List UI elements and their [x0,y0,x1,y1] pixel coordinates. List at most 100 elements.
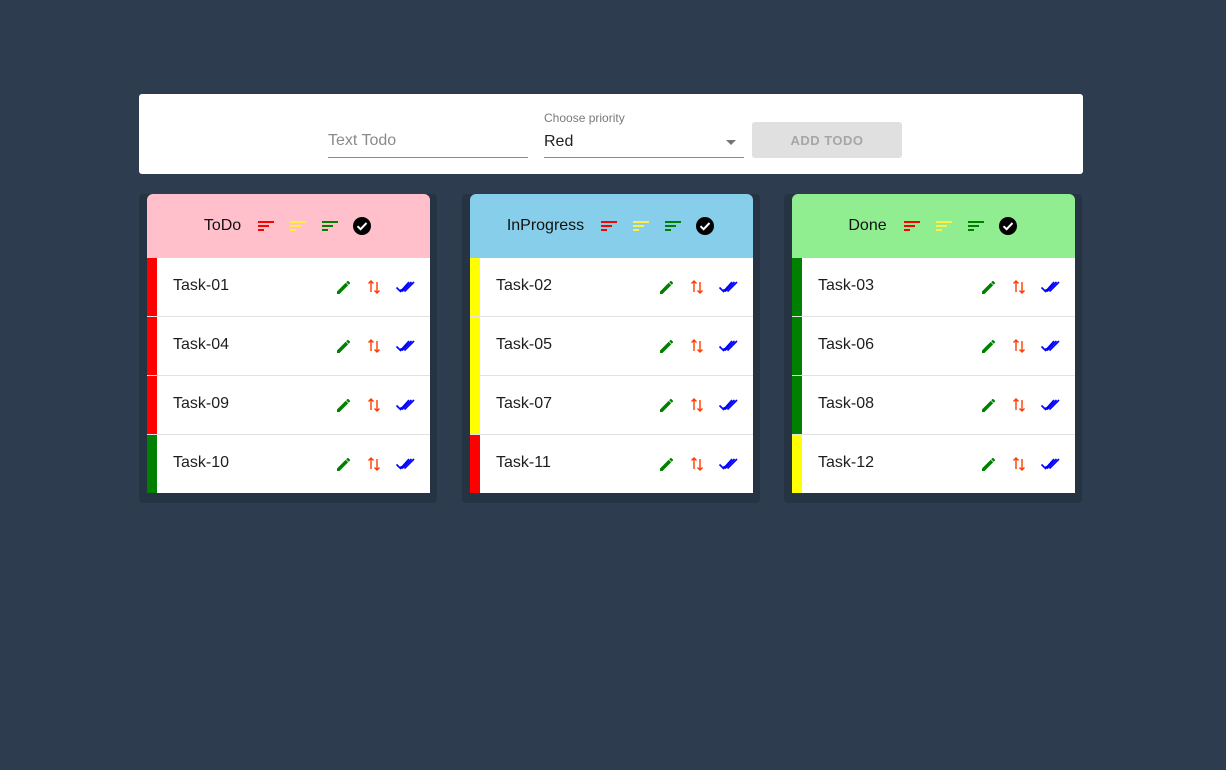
priority-bar [147,376,157,434]
priority-bar [147,435,157,493]
task-item[interactable]: Task-01 [147,258,430,317]
sort-red-icon[interactable] [255,215,277,237]
swap-vertical-icon[interactable] [1009,277,1029,297]
pencil-icon[interactable] [657,336,677,356]
priority-select-label: Choose priority [544,111,625,125]
pencil-icon[interactable] [334,454,354,474]
caret-down-icon[interactable] [726,140,736,145]
double-check-icon[interactable] [395,454,415,474]
swap-vertical-icon[interactable] [687,336,707,356]
column-header: InProgress [470,194,753,258]
double-check-icon[interactable] [718,454,738,474]
column-title: ToDo [203,217,242,234]
pencil-icon[interactable] [334,336,354,356]
swap-vertical-icon[interactable] [687,277,707,297]
swap-vertical-icon[interactable] [1009,454,1029,474]
task-name: Task-06 [818,336,875,353]
priority-bar [792,435,802,493]
check-circle-icon[interactable] [997,215,1019,237]
priority-bar [792,258,802,316]
column-title: InProgress [506,217,585,234]
column-done: Done Task-03 Task-06 Task-08 Task-12 [792,194,1075,493]
double-check-icon[interactable] [395,277,415,297]
double-check-icon[interactable] [1040,277,1060,297]
priority-bar [792,317,802,375]
task-name: Task-04 [173,336,230,353]
double-check-icon[interactable] [718,336,738,356]
swap-vertical-icon[interactable] [364,395,384,415]
sort-red-icon[interactable] [598,215,620,237]
todo-text-input[interactable] [328,124,528,150]
task-name: Task-01 [173,277,230,294]
pencil-icon[interactable] [657,395,677,415]
column-todo: ToDo Task-01 Task-04 Task-09 Task-10 [147,194,430,493]
sort-yellow-icon[interactable] [287,215,309,237]
task-item[interactable]: Task-07 [470,376,753,435]
priority-bar [147,317,157,375]
double-check-icon[interactable] [718,395,738,415]
double-check-icon[interactable] [1040,395,1060,415]
sort-yellow-icon[interactable] [630,215,652,237]
task-name: Task-08 [818,395,875,412]
priority-bar [792,376,802,434]
task-item[interactable]: Task-05 [470,317,753,376]
swap-vertical-icon[interactable] [364,277,384,297]
sort-green-icon[interactable] [319,215,341,237]
task-item[interactable]: Task-02 [470,258,753,317]
task-item[interactable]: Task-06 [792,317,1075,376]
double-check-icon[interactable] [1040,336,1060,356]
task-name: Task-11 [496,454,551,471]
swap-vertical-icon[interactable] [1009,395,1029,415]
task-item[interactable]: Task-04 [147,317,430,376]
task-name: Task-03 [818,277,875,294]
swap-vertical-icon[interactable] [687,395,707,415]
task-name: Task-12 [818,454,875,471]
priority-bar [470,376,480,434]
check-circle-icon[interactable] [694,215,716,237]
double-check-icon[interactable] [1040,454,1060,474]
column-inprogress: InProgress Task-02 Task-05 Task-07 Task-11 [470,194,753,493]
priority-select[interactable]: Choose priority Red [544,108,744,158]
column-header: ToDo [147,194,430,258]
todo-text-field[interactable] [328,124,528,158]
priority-bar [470,435,480,493]
task-item[interactable]: Task-09 [147,376,430,435]
sort-red-icon[interactable] [901,215,923,237]
add-todo-button[interactable]: ADD TODO [752,122,902,158]
task-name: Task-02 [496,277,553,294]
pencil-icon[interactable] [334,395,354,415]
swap-vertical-icon[interactable] [364,454,384,474]
swap-vertical-icon[interactable] [1009,336,1029,356]
sort-green-icon[interactable] [965,215,987,237]
swap-vertical-icon[interactable] [364,336,384,356]
task-name: Task-05 [496,336,553,353]
task-item[interactable]: Task-11 [470,435,753,493]
priority-bar [147,258,157,316]
pencil-icon[interactable] [657,277,677,297]
column-header: Done [792,194,1075,258]
swap-vertical-icon[interactable] [687,454,707,474]
pencil-icon[interactable] [334,277,354,297]
priority-bar [470,258,480,316]
task-item[interactable]: Task-03 [792,258,1075,317]
task-name: Task-10 [173,454,230,471]
double-check-icon[interactable] [718,277,738,297]
pencil-icon[interactable] [979,277,999,297]
priority-bar [470,317,480,375]
task-item[interactable]: Task-10 [147,435,430,493]
priority-select-value[interactable]: Red [544,133,573,151]
pencil-icon[interactable] [979,336,999,356]
column-title: Done [848,217,887,234]
double-check-icon[interactable] [395,395,415,415]
sort-yellow-icon[interactable] [933,215,955,237]
task-name: Task-09 [173,395,230,412]
sort-green-icon[interactable] [662,215,684,237]
pencil-icon[interactable] [979,395,999,415]
check-circle-icon[interactable] [351,215,373,237]
task-name: Task-07 [496,395,553,412]
pencil-icon[interactable] [979,454,999,474]
double-check-icon[interactable] [395,336,415,356]
task-item[interactable]: Task-12 [792,435,1075,493]
pencil-icon[interactable] [657,454,677,474]
task-item[interactable]: Task-08 [792,376,1075,435]
